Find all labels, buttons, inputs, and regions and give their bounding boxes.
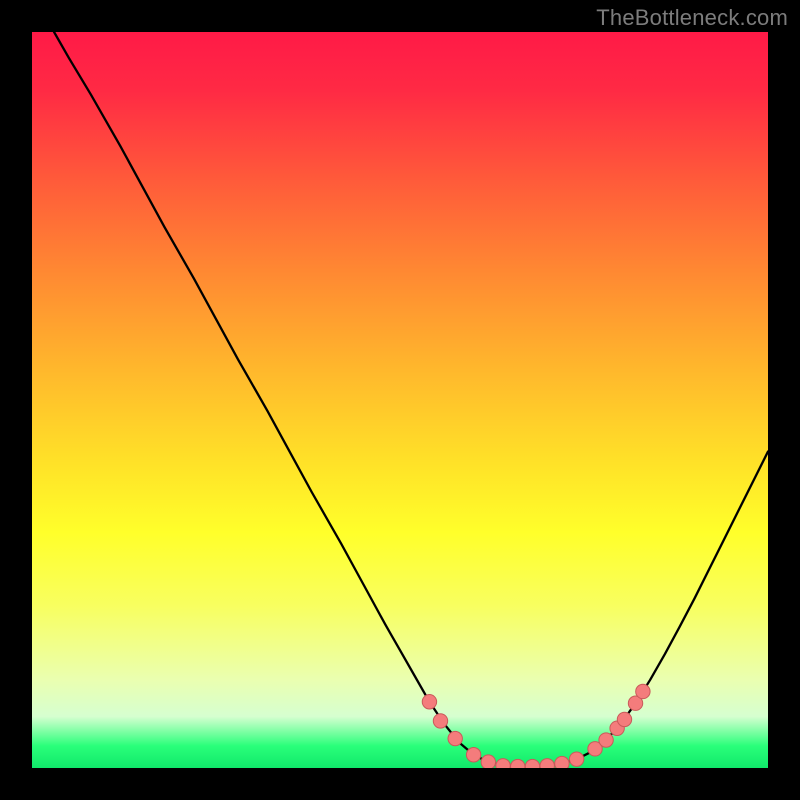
data-point xyxy=(555,756,569,768)
data-point xyxy=(540,759,554,768)
data-point xyxy=(448,731,462,745)
data-point xyxy=(422,695,436,709)
data-point xyxy=(599,733,613,747)
data-point xyxy=(466,748,480,762)
data-point xyxy=(496,759,510,768)
chart-container: TheBottleneck.com xyxy=(0,0,800,800)
watermark-text: TheBottleneck.com xyxy=(596,5,788,31)
data-point xyxy=(569,752,583,766)
data-point xyxy=(433,714,447,728)
data-point xyxy=(525,759,539,768)
data-point xyxy=(617,712,631,726)
points-layer xyxy=(32,32,768,768)
plot-area xyxy=(32,32,768,768)
data-point xyxy=(636,684,650,698)
data-point xyxy=(481,755,495,768)
data-points-group xyxy=(422,684,650,768)
data-point xyxy=(511,759,525,768)
